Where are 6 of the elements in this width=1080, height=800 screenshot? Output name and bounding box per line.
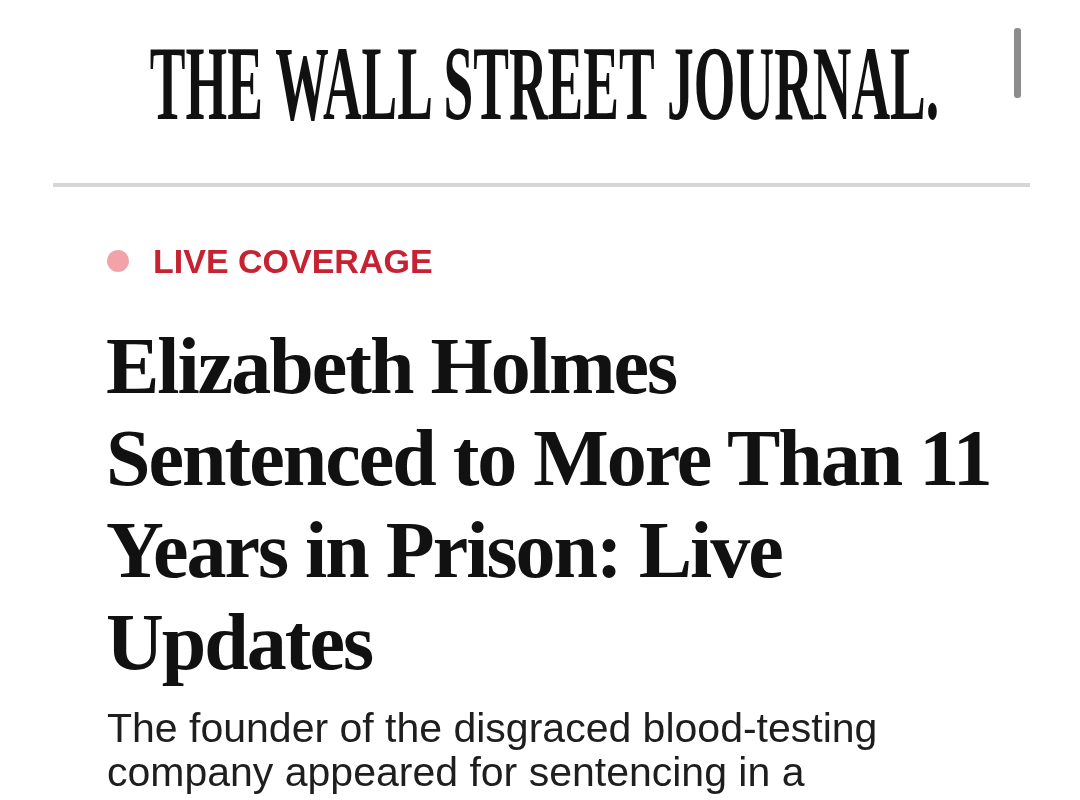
scrollbar-thumb[interactable] [1014,28,1021,98]
live-coverage-label: LIVE COVERAGE [153,244,433,278]
live-dot-icon [107,250,129,272]
article-headline: Elizabeth Holmes Sentenced to More Than 11 Years in Prison: Live Updates [106,321,992,688]
masthead-logo[interactable]: THE WALL STREET JOURNAL. [150,31,940,137]
article-summary: The founder of the disgraced blood-testing company appeared for sentencing in a [107,706,879,794]
